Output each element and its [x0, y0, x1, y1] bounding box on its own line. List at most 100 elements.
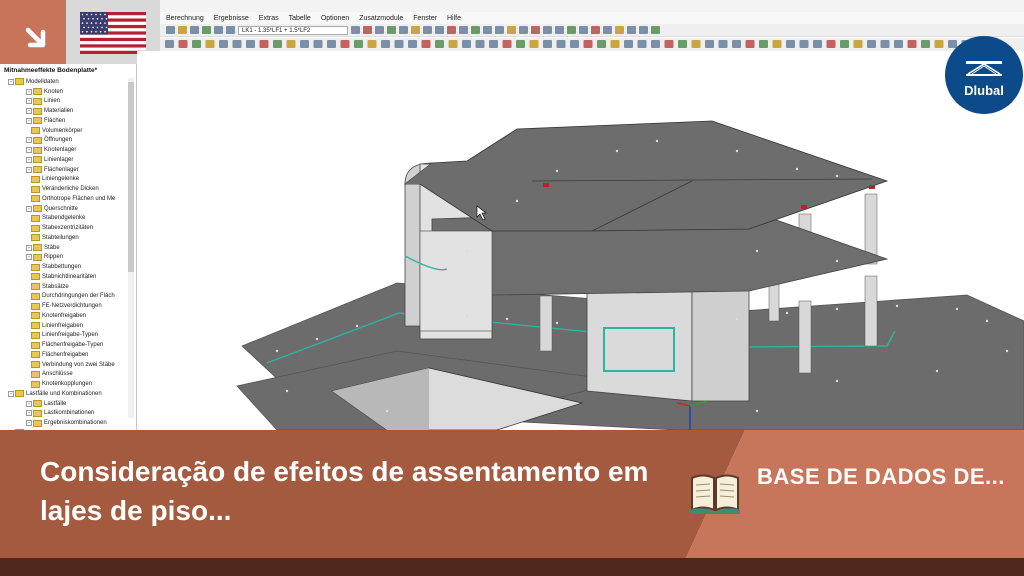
tree-item[interactable]: + Materialien [0, 106, 136, 116]
tool-icon[interactable] [732, 40, 741, 48]
tree-item[interactable]: Orthotrope Flächen und Me [0, 194, 136, 204]
tool-icon[interactable] [214, 26, 223, 34]
tree-item[interactable]: Flächenfreigaben [0, 350, 136, 360]
expand-icon[interactable]: + [26, 88, 32, 95]
tool-icon[interactable] [579, 26, 588, 34]
tool-icon[interactable] [178, 26, 187, 34]
expand-icon[interactable]: + [26, 400, 32, 407]
expand-icon[interactable] [26, 372, 30, 376]
expand-icon[interactable] [26, 177, 30, 181]
tool-icon[interactable] [705, 40, 714, 48]
expand-icon[interactable]: + [26, 147, 32, 154]
menu-item-fenster[interactable]: Fenster [413, 15, 437, 22]
tree-item[interactable]: Stabexzentrizitäten [0, 223, 136, 233]
menu-item-extras[interactable]: Extras [259, 15, 279, 22]
tree-item[interactable]: + Lastkombinationen [0, 409, 136, 419]
tree-item[interactable]: + Flächen [0, 116, 136, 126]
navigator-scrollbar[interactable] [128, 78, 134, 418]
tool-icon[interactable] [907, 40, 917, 48]
building-model-3d[interactable] [137, 51, 1024, 431]
tool-icon[interactable] [375, 26, 384, 34]
tool-icon[interactable] [627, 26, 636, 34]
tool-icon[interactable] [591, 26, 600, 34]
menu-item-tabelle[interactable]: Tabelle [289, 15, 311, 22]
expand-icon[interactable] [26, 294, 30, 298]
tool-icon[interactable] [226, 26, 235, 34]
tool-icon[interactable] [610, 40, 620, 48]
tool-icon[interactable] [489, 40, 498, 48]
tree-item[interactable]: + Knoten [0, 87, 136, 97]
expand-icon[interactable] [26, 226, 30, 230]
expand-icon[interactable]: + [26, 410, 32, 417]
scrollbar-thumb[interactable] [128, 82, 134, 272]
tool-icon[interactable] [597, 40, 606, 48]
tool-icon[interactable] [853, 40, 863, 48]
tool-icon[interactable] [813, 40, 822, 48]
expand-icon[interactable] [26, 304, 30, 308]
tool-icon[interactable] [637, 40, 647, 48]
expand-icon[interactable] [26, 129, 30, 133]
tree-item[interactable]: + Querschnitte [0, 204, 136, 214]
tree-item[interactable]: + Ergebniskombinationen [0, 418, 136, 428]
expand-icon[interactable]: + [26, 205, 32, 212]
tool-icon[interactable] [273, 40, 282, 48]
tree-item[interactable]: Stabsätze [0, 282, 136, 292]
tool-icon[interactable] [448, 40, 458, 48]
menu-item-ergebnisse[interactable]: Ergebnisse [214, 15, 249, 22]
loadcase-select[interactable]: LK1 - 1.35*LF1 + 1.5*LF2 [238, 25, 348, 35]
tool-icon[interactable] [840, 40, 849, 48]
menu-item-berechnung[interactable]: Berechnung [166, 15, 204, 22]
expand-icon[interactable]: + [8, 78, 14, 85]
tool-icon[interactable] [300, 40, 309, 48]
tool-icon[interactable] [583, 40, 593, 48]
tool-icon[interactable] [543, 26, 552, 34]
tree-item[interactable]: + Stäbe [0, 243, 136, 253]
tool-icon[interactable] [205, 40, 215, 48]
expand-icon[interactable] [26, 216, 30, 220]
tool-icon[interactable] [495, 26, 504, 34]
tool-icon[interactable] [259, 40, 269, 48]
tree-item[interactable]: Stabteilungen [0, 233, 136, 243]
tool-icon[interactable] [543, 40, 552, 48]
tool-icon[interactable] [718, 40, 728, 48]
tool-icon[interactable] [232, 40, 242, 48]
tool-icon[interactable] [399, 26, 408, 34]
tool-icon[interactable] [639, 26, 648, 34]
tree-item[interactable]: + Modelldaten [0, 77, 136, 87]
tree-item[interactable]: Anschlüsse [0, 370, 136, 380]
expand-icon[interactable]: + [26, 108, 32, 115]
tree-item[interactable]: + Lastfälle und Kombinationen [0, 389, 136, 399]
tree-item[interactable]: Knotenkopplungen [0, 379, 136, 389]
expand-icon[interactable] [26, 353, 30, 357]
tree-item[interactable]: Durchdringungen der Fläch [0, 292, 136, 302]
tool-icon[interactable] [354, 40, 363, 48]
tree-item[interactable]: + Öffnungen [0, 136, 136, 146]
menu-item-optionen[interactable]: Optionen [321, 15, 349, 22]
tool-icon[interactable] [615, 26, 624, 34]
tool-icon[interactable] [531, 26, 540, 34]
tool-icon[interactable] [603, 26, 612, 34]
expand-icon[interactable]: + [26, 137, 32, 144]
tool-icon[interactable] [745, 40, 755, 48]
menu-item-zusatzmodule[interactable]: Zusatzmodule [359, 15, 403, 22]
tool-icon[interactable] [867, 40, 876, 48]
tree-item[interactable]: Linienfreigabe-Typen [0, 331, 136, 341]
tool-icon[interactable] [435, 26, 444, 34]
tool-icon[interactable] [624, 40, 633, 48]
expand-icon[interactable]: + [26, 156, 32, 163]
tool-icon[interactable] [483, 26, 492, 34]
tool-icon[interactable] [934, 40, 944, 48]
tool-icon[interactable] [387, 26, 396, 34]
tree-item[interactable]: Stabendgelenke [0, 214, 136, 224]
tool-icon[interactable] [166, 26, 175, 34]
tool-icon[interactable] [459, 26, 468, 34]
tree-item[interactable]: Verbindung von zwei Stäbe [0, 360, 136, 370]
expand-icon[interactable] [26, 333, 30, 337]
tool-icon[interactable] [381, 40, 390, 48]
tool-icon[interactable] [423, 26, 432, 34]
tool-icon[interactable] [880, 40, 890, 48]
tool-icon[interactable] [190, 26, 199, 34]
tool-icon[interactable] [826, 40, 836, 48]
tree-item[interactable]: Volumenkörper [0, 126, 136, 136]
tool-icon[interactable] [894, 40, 903, 48]
